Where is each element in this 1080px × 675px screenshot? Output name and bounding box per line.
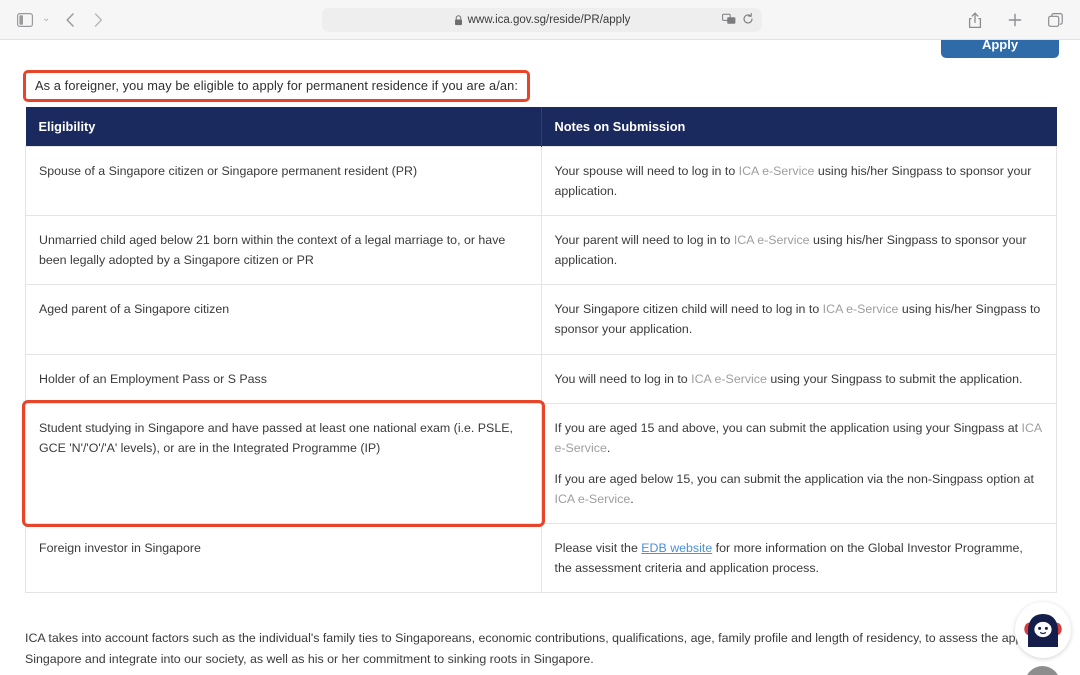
column-header-notes: Notes on Submission xyxy=(541,107,1057,147)
red-highlight-box xyxy=(22,399,545,528)
table-row: Student studying in Singapore and have p… xyxy=(22,399,1057,528)
browser-toolbar: ⌄ www.ica.gov.sg/reside/PR/apply xyxy=(0,0,1080,40)
table-head: Eligibility Notes on Submission xyxy=(25,107,1057,147)
note-text: using your Singpass to submit the applic… xyxy=(766,371,1023,386)
address-bar-wrapper: www.ica.gov.sg/reside/PR/apply xyxy=(322,8,762,32)
address-bar-url: www.ica.gov.sg/reside/PR/apply xyxy=(467,14,631,26)
toolbar-actions xyxy=(962,0,1068,40)
cell-notes: You will need to log in to ICA e-Service… xyxy=(540,354,1057,404)
eligibility-text: Unmarried child aged below 21 born withi… xyxy=(39,233,506,268)
note-paragraph: Your spouse will need to log in to ICA e… xyxy=(555,161,1044,201)
footer-paragraph: ICA takes into account factors such as t… xyxy=(25,631,1060,667)
note-text: Your spouse will need to log in to xyxy=(554,164,739,178)
note-paragraph: If you are aged 15 and above, you can su… xyxy=(555,418,1044,458)
table-row: Aged parent of a Singapore citizen Your S… xyxy=(25,284,1057,355)
note-text: If you are aged 15 and above, you can su… xyxy=(554,420,1022,435)
reload-icon[interactable] xyxy=(742,12,754,28)
table-row: Spouse of a Singapore citizen or Singapo… xyxy=(25,145,1057,217)
ica-e-service-link[interactable]: ICA e-Service xyxy=(691,372,767,386)
table-row: Holder of an Employment Pass or S Pass Yo… xyxy=(25,354,1057,404)
address-bar-actions xyxy=(722,8,754,32)
table-body: Spouse of a Singapore citizen or Singapo… xyxy=(22,145,1057,594)
edb-website-link[interactable]: EDB website xyxy=(641,541,712,555)
page-settings-icon[interactable] xyxy=(722,13,736,28)
note-text: Please visit the xyxy=(554,541,642,556)
chevron-down-icon[interactable]: ⌄ xyxy=(40,13,55,27)
share-icon[interactable] xyxy=(962,7,988,33)
cell-notes: Please visit the EDB website for more in… xyxy=(540,523,1057,594)
note-text: . xyxy=(606,440,611,455)
cell-eligibility: Holder of an Employment Pass or S Pass xyxy=(25,354,542,404)
table-row: Foreign investor in Singapore Please visi… xyxy=(25,523,1057,594)
cell-eligibility: Foreign investor in Singapore xyxy=(25,523,542,594)
cell-eligibility: Spouse of a Singapore citizen or Singapo… xyxy=(25,145,542,217)
eligibility-text: Holder of an Employment Pass or S Pass xyxy=(39,371,267,386)
plus-icon[interactable] xyxy=(1002,7,1028,33)
note-text: Your Singapore citizen child will need t… xyxy=(554,302,823,317)
navigation-controls: ⌄ xyxy=(0,7,111,33)
note-text: . xyxy=(630,491,634,506)
note-paragraph: Your Singapore citizen child will need t… xyxy=(555,299,1044,339)
note-text: If you are aged below 15, you can submit… xyxy=(554,471,1034,486)
page-content: Apply As a foreigner, you may be eligibl… xyxy=(0,40,1080,675)
note-paragraph: You will need to log in to ICA e-Service… xyxy=(555,369,1044,389)
sidebar-toggle-icon[interactable] xyxy=(12,7,38,33)
cell-eligibility: Student studying in Singapore and have p… xyxy=(22,399,545,528)
cell-notes: Your spouse will need to log in to ICA e… xyxy=(540,145,1057,217)
table-header-row: Eligibility Notes on Submission xyxy=(25,107,1057,147)
eligibility-text: Student studying in Singapore and have p… xyxy=(39,420,513,455)
ica-e-service-link[interactable]: ICA e-Service xyxy=(734,233,810,247)
eligibility-table: Eligibility Notes on Submission Spouse o… xyxy=(22,107,1057,594)
table-row: Unmarried child aged below 21 born withi… xyxy=(25,215,1057,286)
tab-overview-icon[interactable] xyxy=(1042,7,1068,33)
note-paragraph: Please visit the EDB website for more in… xyxy=(555,538,1044,578)
cell-notes: If you are aged 15 and above, you can su… xyxy=(540,403,1057,525)
note-text: You will need to log in to xyxy=(554,371,692,386)
ica-e-service-link[interactable]: ICA e-Service xyxy=(739,164,815,178)
eligibility-text: Foreign investor in Singapore xyxy=(39,541,201,556)
ica-e-service-link[interactable]: ICA e-Service xyxy=(823,302,899,316)
lead-text-wrapper: As a foreigner, you may be eligible to a… xyxy=(23,70,530,102)
lock-icon xyxy=(454,14,463,26)
cell-eligibility: Unmarried child aged below 21 born withi… xyxy=(25,215,542,286)
forward-arrow-icon[interactable] xyxy=(85,7,111,33)
eligibility-text: Spouse of a Singapore citizen or Singapo… xyxy=(39,164,418,178)
browser-window: ⌄ www.ica.gov.sg/reside/PR/apply Apply A… xyxy=(0,0,1080,675)
note-text: Your parent will need to log in to xyxy=(554,233,734,248)
note-paragraph: Your parent will need to log in to ICA e… xyxy=(555,230,1044,270)
ica-e-service-link[interactable]: ICA e-Service xyxy=(555,492,631,506)
address-bar[interactable]: www.ica.gov.sg/reside/PR/apply xyxy=(322,8,762,32)
cell-notes: Your Singapore citizen child will need t… xyxy=(540,284,1057,355)
note-paragraph: If you are aged below 15, you can submit… xyxy=(555,469,1044,509)
chatbot-avatar-icon[interactable] xyxy=(1015,602,1071,658)
cell-notes: Your parent will need to log in to ICA e… xyxy=(540,215,1057,286)
column-header-eligibility: Eligibility xyxy=(25,107,542,147)
eligibility-text: Aged parent of a Singapore citizen xyxy=(39,302,230,317)
lead-text-highlight: As a foreigner, you may be eligible to a… xyxy=(23,70,530,102)
cell-eligibility: Aged parent of a Singapore citizen xyxy=(25,284,542,355)
apply-button[interactable]: Apply xyxy=(941,40,1059,58)
back-arrow-icon[interactable] xyxy=(57,7,83,33)
